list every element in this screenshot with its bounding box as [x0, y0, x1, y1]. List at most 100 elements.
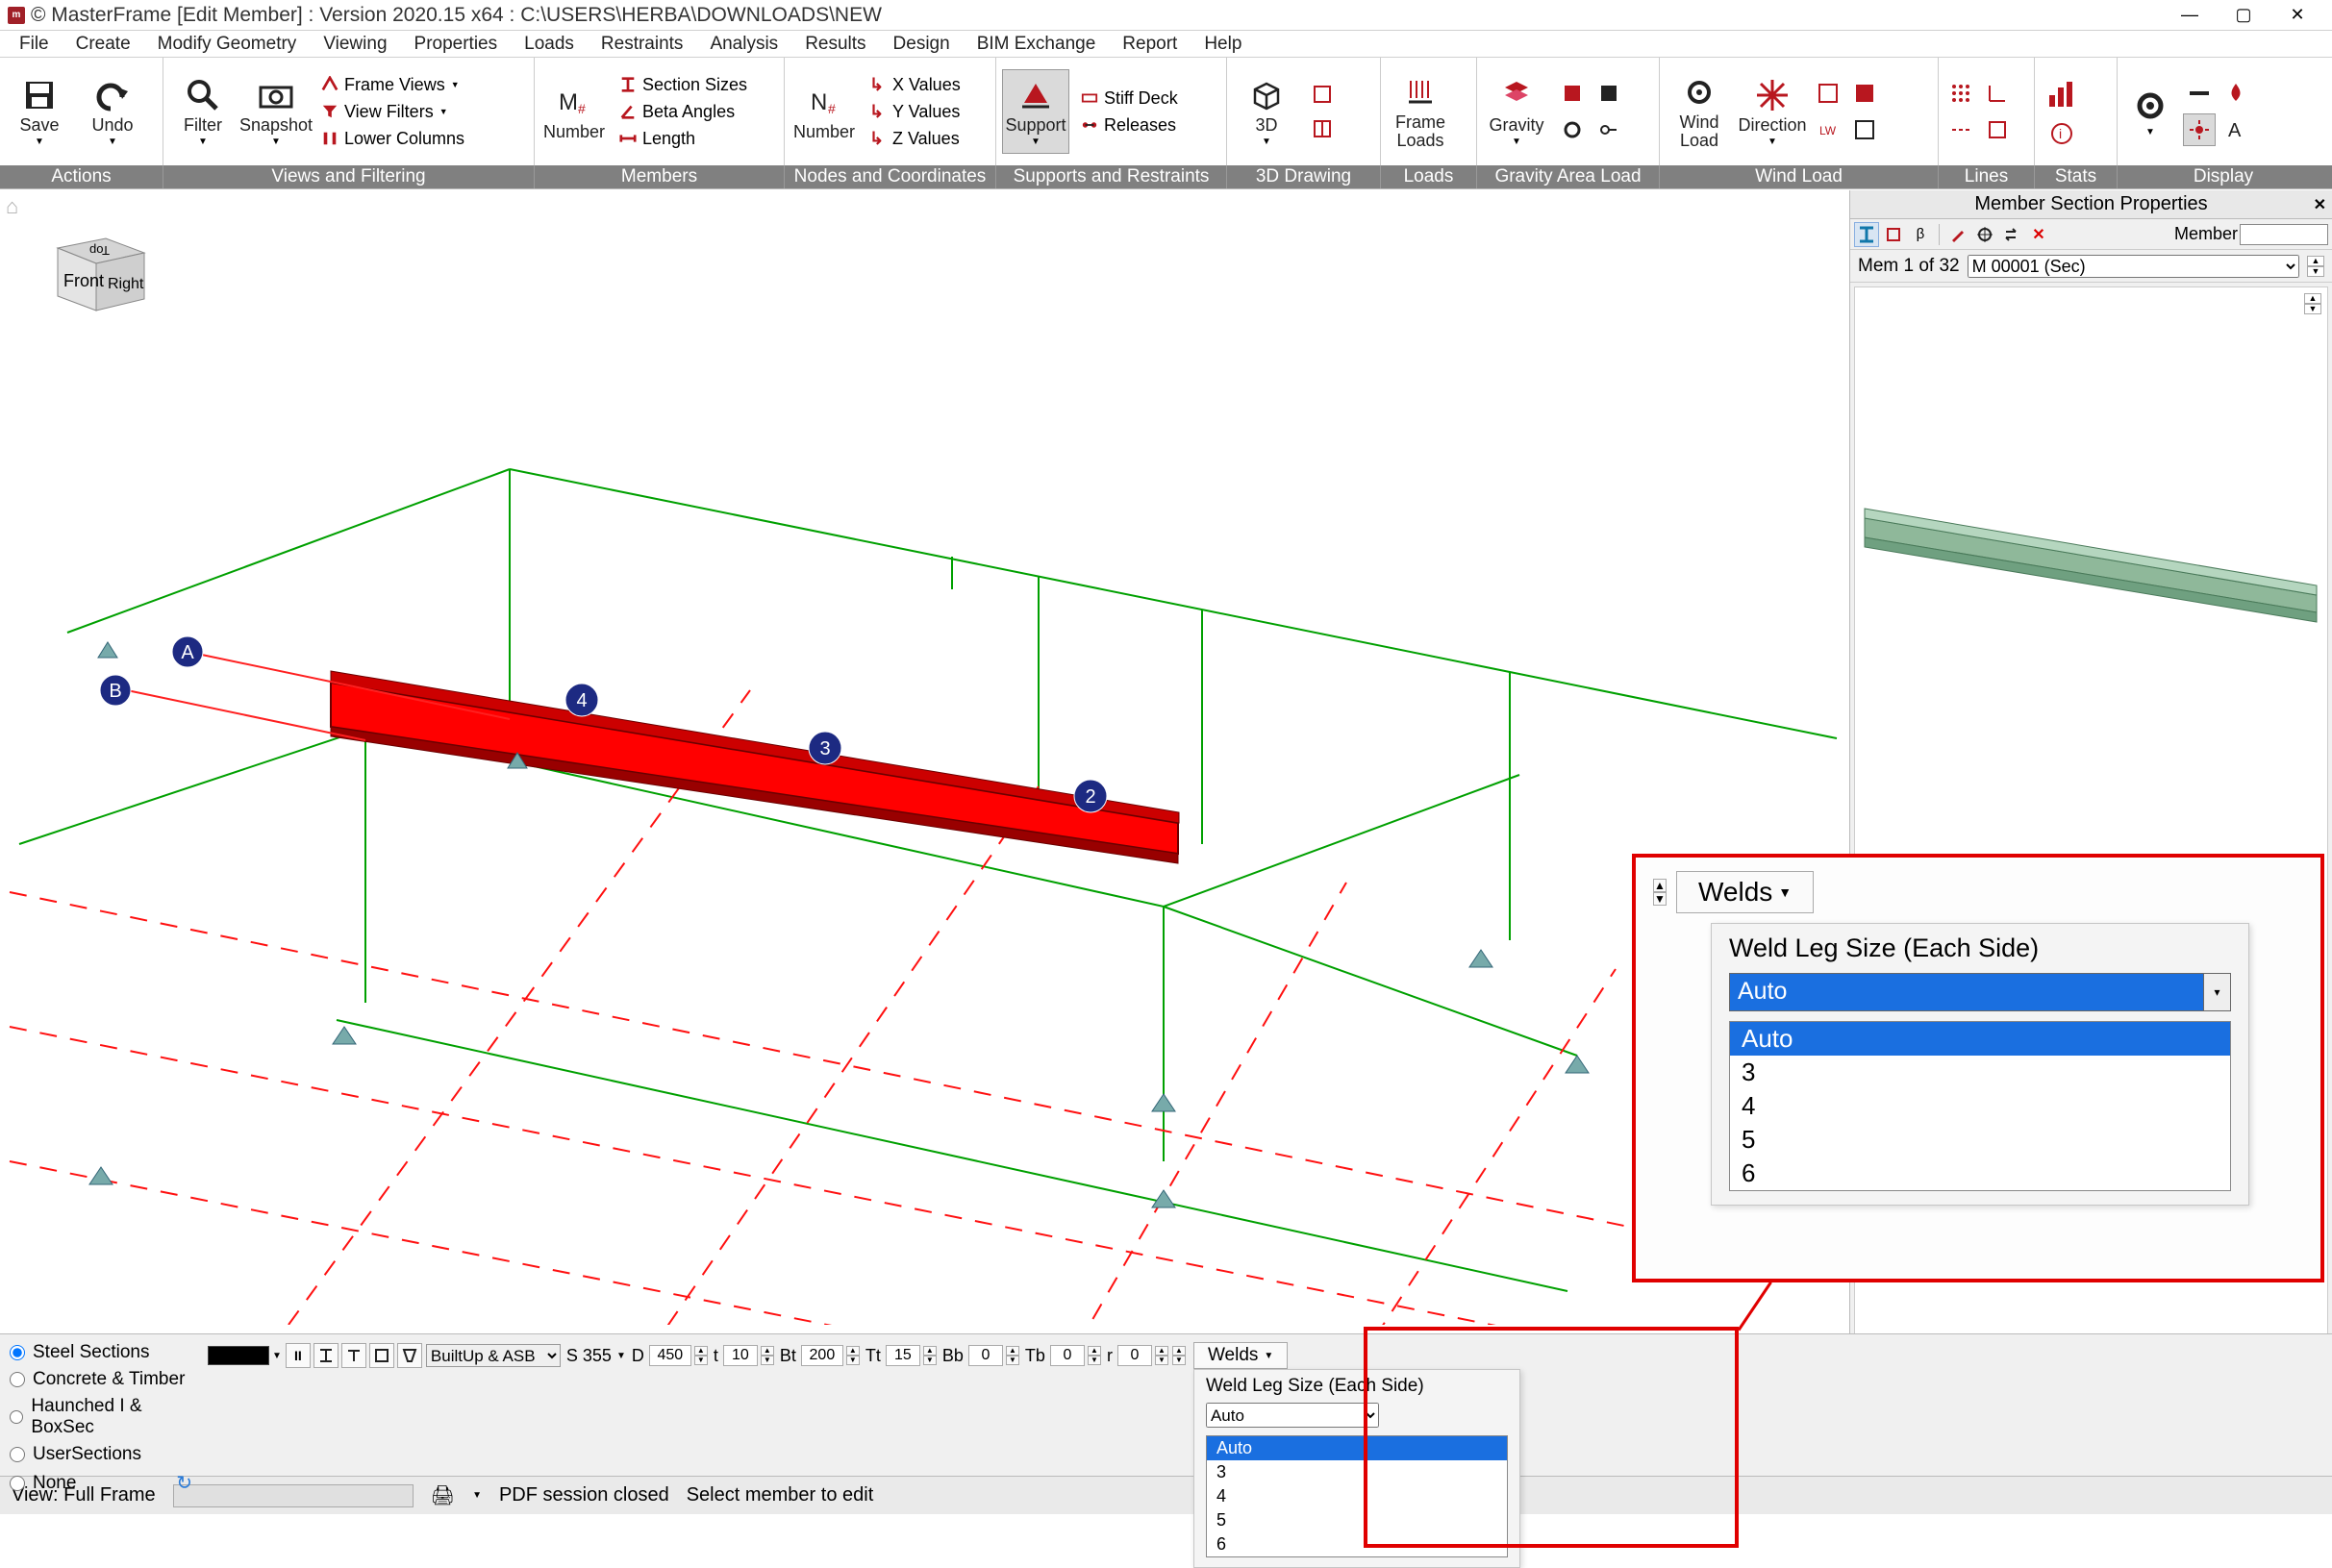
printer-icon[interactable]: 🖨 [431, 1483, 455, 1507]
x-values-button[interactable]: ↳X Values [864, 72, 966, 97]
wind-opt-1[interactable] [1812, 77, 1844, 110]
lines-opt-4[interactable] [1981, 113, 2014, 146]
Bt-input[interactable] [801, 1345, 843, 1366]
category-select[interactable]: BuiltUp & ASB [426, 1344, 561, 1367]
ptb-beta[interactable]: β [1908, 222, 1933, 247]
r-input[interactable] [1117, 1345, 1152, 1366]
lines-opt-2[interactable] [1981, 77, 2014, 110]
lower-columns-button[interactable]: Lower Columns [315, 126, 470, 151]
member-number-button[interactable]: M# Number [540, 69, 608, 154]
radio-user[interactable]: UserSections [10, 1444, 192, 1465]
menu-results[interactable]: Results [793, 32, 877, 57]
ptb-rect[interactable] [1881, 222, 1906, 247]
radio-concrete[interactable]: Concrete & Timber [10, 1369, 192, 1390]
filter-button[interactable]: Filter▼ [169, 69, 237, 154]
ptb-target[interactable] [1972, 222, 1997, 247]
Tt-input[interactable] [886, 1345, 920, 1366]
snapshot-button[interactable]: Snapshot▼ [242, 69, 310, 154]
shape-taper[interactable] [397, 1343, 422, 1368]
undo-button[interactable]: Undo▼ [79, 69, 146, 154]
section-sizes-button[interactable]: Section Sizes [614, 72, 753, 97]
frame-views-button[interactable]: Frame Views ▼ [315, 72, 470, 97]
radio-steel[interactable]: Steel Sections [10, 1342, 192, 1363]
stats-info-button[interactable]: i [2041, 117, 2083, 150]
welds-tab[interactable]: Welds▼ [1193, 1342, 1288, 1369]
radio-haunched[interactable]: Haunched I & BoxSec [10, 1396, 192, 1438]
close-window-button[interactable]: ✕ [2270, 0, 2324, 31]
menu-restraints[interactable]: Restraints [589, 32, 695, 57]
menu-file[interactable]: File [8, 32, 61, 57]
view-filters-button[interactable]: View Filters ▼ [315, 99, 470, 124]
ptb-delete[interactable]: ✕ [2026, 222, 2051, 247]
z-values-button[interactable]: ↳Z Values [864, 126, 966, 151]
3d-opt-1[interactable] [1306, 78, 1339, 111]
wind-opt-3[interactable]: LW [1812, 113, 1844, 146]
color-swatch[interactable] [208, 1346, 269, 1365]
menu-report[interactable]: Report [1111, 32, 1189, 57]
member-stepper[interactable]: ▲▼ [2307, 256, 2324, 277]
stats-button[interactable] [2041, 73, 2083, 115]
direction-button[interactable]: Direction▼ [1739, 69, 1806, 154]
ptb-keep[interactable] [1999, 222, 2024, 247]
menu-design[interactable]: Design [882, 32, 962, 57]
gravity-button[interactable]: Gravity▼ [1483, 69, 1550, 154]
disp-node-button[interactable] [2183, 113, 2216, 146]
close-icon[interactable]: ✕ [2314, 195, 2326, 214]
shape-t[interactable] [341, 1343, 366, 1368]
t-input[interactable] [723, 1345, 758, 1366]
wind-opt-4[interactable] [1848, 113, 1881, 146]
grav-opt-1[interactable] [1556, 77, 1589, 110]
grav-opt-2[interactable] [1592, 77, 1625, 110]
ptb-pencil[interactable] [1945, 222, 1970, 247]
minimize-button[interactable]: — [2163, 0, 2217, 31]
welds-tab-zoom[interactable]: Welds▼ [1676, 871, 1814, 913]
menu-analysis[interactable]: Analysis [698, 32, 790, 57]
save-button[interactable]: Save▼ [6, 69, 73, 154]
3d-opt-2[interactable] [1306, 112, 1339, 145]
menu-help[interactable]: Help [1192, 32, 1253, 57]
menu-modify-geometry[interactable]: Modify Geometry [146, 32, 309, 57]
releases-button[interactable]: Releases [1075, 112, 1184, 137]
support-button[interactable]: Support▼ [1002, 69, 1069, 154]
welds-select[interactable]: Auto [1206, 1403, 1379, 1428]
menu-bim-exchange[interactable]: BIM Exchange [965, 32, 1108, 57]
D-input[interactable] [649, 1345, 691, 1366]
shape-box[interactable] [369, 1343, 394, 1368]
wind-load-button[interactable]: Wind Load [1666, 69, 1733, 154]
menu-viewing[interactable]: Viewing [312, 32, 398, 57]
menu-create[interactable]: Create [64, 32, 142, 57]
grav-opt-4[interactable] [1592, 113, 1625, 146]
disp-drop-button[interactable] [2219, 77, 2252, 110]
wind-opt-2[interactable] [1848, 77, 1881, 110]
y-values-button[interactable]: ↳Y Values [864, 99, 966, 124]
maximize-button[interactable]: ▢ [2217, 0, 2270, 31]
member-input[interactable] [2240, 224, 2328, 245]
3d-button[interactable]: 3D▼ [1233, 69, 1300, 154]
refresh-icon[interactable]: ↻ [176, 1471, 192, 1495]
menu-loads[interactable]: Loads [513, 32, 586, 57]
radio-none[interactable]: None [10, 1473, 76, 1494]
welds-options-list-zoom[interactable]: Auto 3 4 5 6 [1729, 1021, 2231, 1191]
member-select[interactable]: M 00001 (Sec) [1968, 255, 2299, 278]
shape-h[interactable] [313, 1343, 339, 1368]
disp-text-button[interactable]: A [2219, 113, 2252, 146]
frame-loads-button[interactable]: Frame Loads [1387, 69, 1454, 154]
menu-properties[interactable]: Properties [403, 32, 510, 57]
lines-opt-1[interactable] [1944, 77, 1977, 110]
preview-stepper[interactable]: ▲▼ [2304, 293, 2321, 314]
ptb-isection[interactable] [1854, 222, 1879, 247]
display-settings-button[interactable]: ▼ [2123, 69, 2177, 154]
welds-options-list[interactable]: Auto 3 4 5 6 [1206, 1435, 1508, 1557]
disp-line-button[interactable] [2183, 77, 2216, 110]
stiff-deck-button[interactable]: Stiff Deck [1075, 86, 1184, 111]
welds-select-zoom[interactable]: Auto [1729, 973, 2204, 1011]
shape-ii[interactable]: II [286, 1343, 311, 1368]
viewport-3d[interactable]: ⌂ Front Right Top [0, 190, 1849, 1476]
Bb-input[interactable] [968, 1345, 1003, 1366]
grav-opt-3[interactable] [1556, 113, 1589, 146]
beta-angles-button[interactable]: Beta Angles [614, 99, 753, 124]
Tb-input[interactable] [1050, 1345, 1085, 1366]
lines-opt-3[interactable] [1944, 113, 1977, 146]
length-button[interactable]: Length [614, 126, 753, 151]
node-number-button[interactable]: N# Number [790, 69, 858, 154]
